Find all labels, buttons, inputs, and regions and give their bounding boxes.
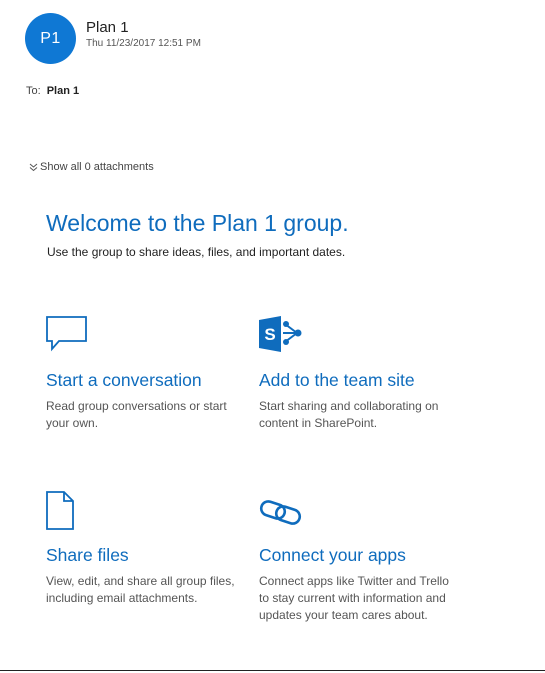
- welcome-subtitle: Use the group to share ideas, files, and…: [47, 245, 346, 259]
- connect-apps-link[interactable]: Connect your apps: [259, 545, 449, 566]
- sender-name[interactable]: Plan 1: [86, 19, 129, 36]
- share-files-link[interactable]: Share files: [46, 545, 236, 566]
- link-icon[interactable]: [259, 491, 449, 531]
- sharepoint-icon[interactable]: S: [259, 316, 449, 356]
- svg-text:S: S: [264, 325, 275, 344]
- card-description: Read group conversations or start your o…: [46, 399, 227, 430]
- show-attachments-link[interactable]: Show all 0 attachments: [29, 161, 154, 173]
- divider: [0, 670, 545, 671]
- chat-bubble-icon[interactable]: [46, 316, 236, 356]
- card-connect-apps: Connect your apps Connect apps like Twit…: [259, 491, 449, 624]
- add-team-site-link[interactable]: Add to the team site: [259, 370, 449, 391]
- card-description: Start sharing and collaborating on conte…: [259, 399, 439, 430]
- attachments-label: Show all 0 attachments: [40, 161, 154, 173]
- timestamp: Thu 11/23/2017 12:51 PM: [86, 38, 201, 49]
- card-team-site: S Add to the team site Start sharing and…: [259, 316, 449, 432]
- card-share-files: Share files View, edit, and share all gr…: [46, 491, 236, 607]
- card-description: Connect apps like Twitter and Trello to …: [259, 574, 449, 622]
- recipients-row: To: Plan 1: [26, 85, 79, 97]
- to-label: To:: [26, 85, 41, 97]
- avatar[interactable]: P1: [25, 13, 76, 64]
- recipient-name[interactable]: Plan 1: [47, 85, 79, 97]
- file-icon[interactable]: [46, 491, 236, 531]
- welcome-title: Welcome to the Plan 1 group.: [46, 210, 349, 236]
- card-start-conversation: Start a conversation Read group conversa…: [46, 316, 236, 432]
- card-description: View, edit, and share all group files, i…: [46, 574, 235, 605]
- double-chevron-down-icon: [29, 163, 38, 171]
- start-conversation-link[interactable]: Start a conversation: [46, 370, 236, 391]
